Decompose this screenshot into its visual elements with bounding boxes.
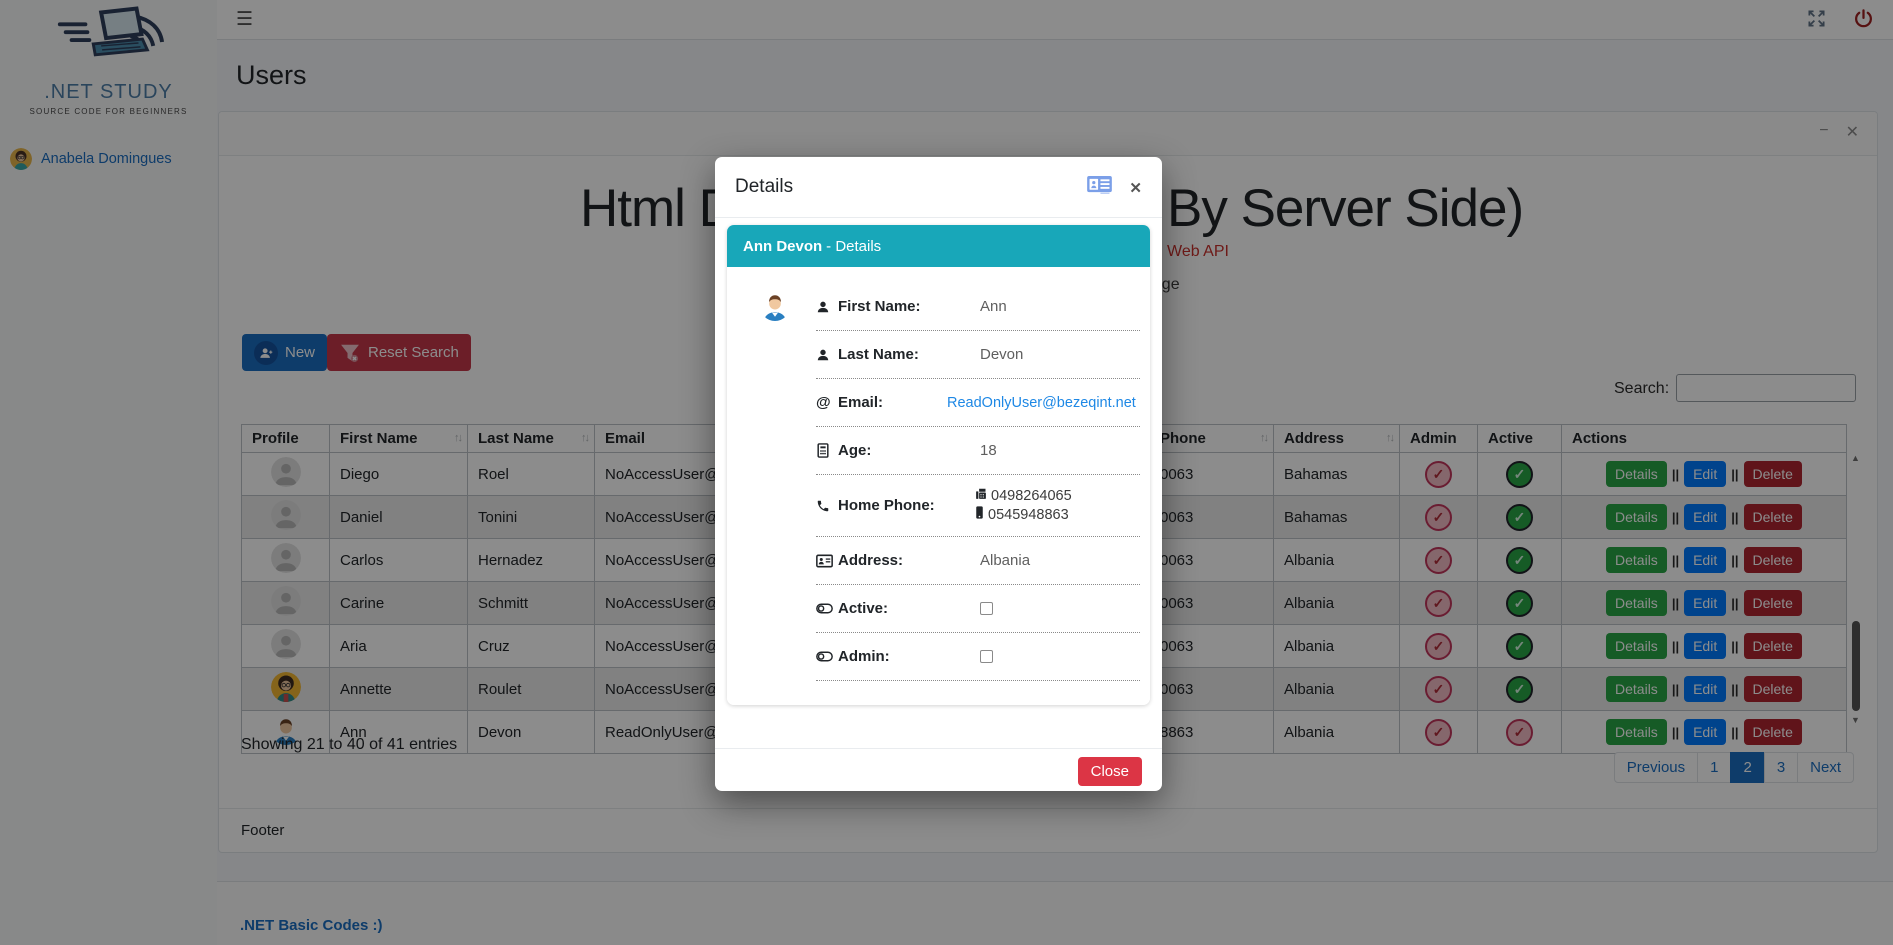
- toggle-icon: [816, 603, 838, 614]
- detail-user-avatar: [760, 291, 790, 321]
- field-label: First Name:: [838, 298, 921, 315]
- detail-field-row: @ Email: ReadOnlyUser@bezeqint.net: [816, 379, 1140, 427]
- details-modal: Details ✕ Ann Devon - Details: [715, 157, 1162, 791]
- field-label: Age:: [838, 442, 871, 459]
- id-card-icon: [1087, 176, 1112, 200]
- at-icon: @: [816, 394, 838, 411]
- detail-field-row: First Name: Ann: [816, 283, 1140, 331]
- field-checkbox[interactable]: [980, 602, 993, 615]
- field-value: Albania: [980, 552, 1030, 569]
- detail-field-row: Active:: [816, 585, 1140, 633]
- panel-body: First Name: Ann Last Name: Devon @ Email: R…: [727, 267, 1150, 705]
- panel-user-name: Ann Devon: [743, 238, 822, 255]
- modal-title: Details: [735, 176, 793, 198]
- user-icon: [816, 348, 838, 362]
- field-checkbox[interactable]: [980, 650, 993, 663]
- panel-header: Ann Devon - Details: [727, 225, 1150, 267]
- detail-field-row: Last Name: Devon: [816, 331, 1140, 379]
- mobile-icon: [975, 506, 984, 525]
- field-phones: 04982640650545948863: [975, 487, 1072, 525]
- user-icon: [816, 300, 838, 314]
- addresscard-icon: [816, 554, 838, 568]
- field-label: Home Phone:: [838, 497, 935, 514]
- field-label: Address:: [838, 552, 903, 569]
- email-link[interactable]: ReadOnlyUser@bezeqint.net: [947, 395, 1136, 411]
- field-label: Active:: [838, 600, 888, 617]
- detail-field-row: Admin:: [816, 633, 1140, 681]
- detail-field-row: Address: Albania: [816, 537, 1140, 585]
- close-button[interactable]: Close: [1078, 757, 1142, 786]
- panel-title-suffix: - Details: [826, 238, 881, 255]
- field-value: 18: [980, 442, 997, 459]
- field-label: Admin:: [838, 648, 890, 665]
- detail-fields: First Name: Ann Last Name: Devon @ Email: R…: [816, 283, 1140, 681]
- field-value: Ann: [980, 298, 1007, 315]
- fax-icon: [975, 487, 987, 506]
- modal-header: Details ✕: [715, 157, 1162, 218]
- toggle-icon: [816, 651, 838, 662]
- detail-field-row: Age: 18: [816, 427, 1140, 475]
- modal-close-icon[interactable]: ✕: [1129, 179, 1142, 197]
- field-label: Last Name:: [838, 346, 919, 363]
- details-panel: Ann Devon - Details First Name: Ann Last …: [727, 225, 1150, 705]
- field-value: Devon: [980, 346, 1023, 363]
- detail-field-row: Home Phone: 04982640650545948863: [816, 475, 1140, 537]
- phone-icon: [816, 499, 838, 513]
- calculator-icon: [816, 443, 838, 458]
- field-label: Email:: [838, 394, 883, 411]
- modal-footer: Close: [715, 748, 1162, 791]
